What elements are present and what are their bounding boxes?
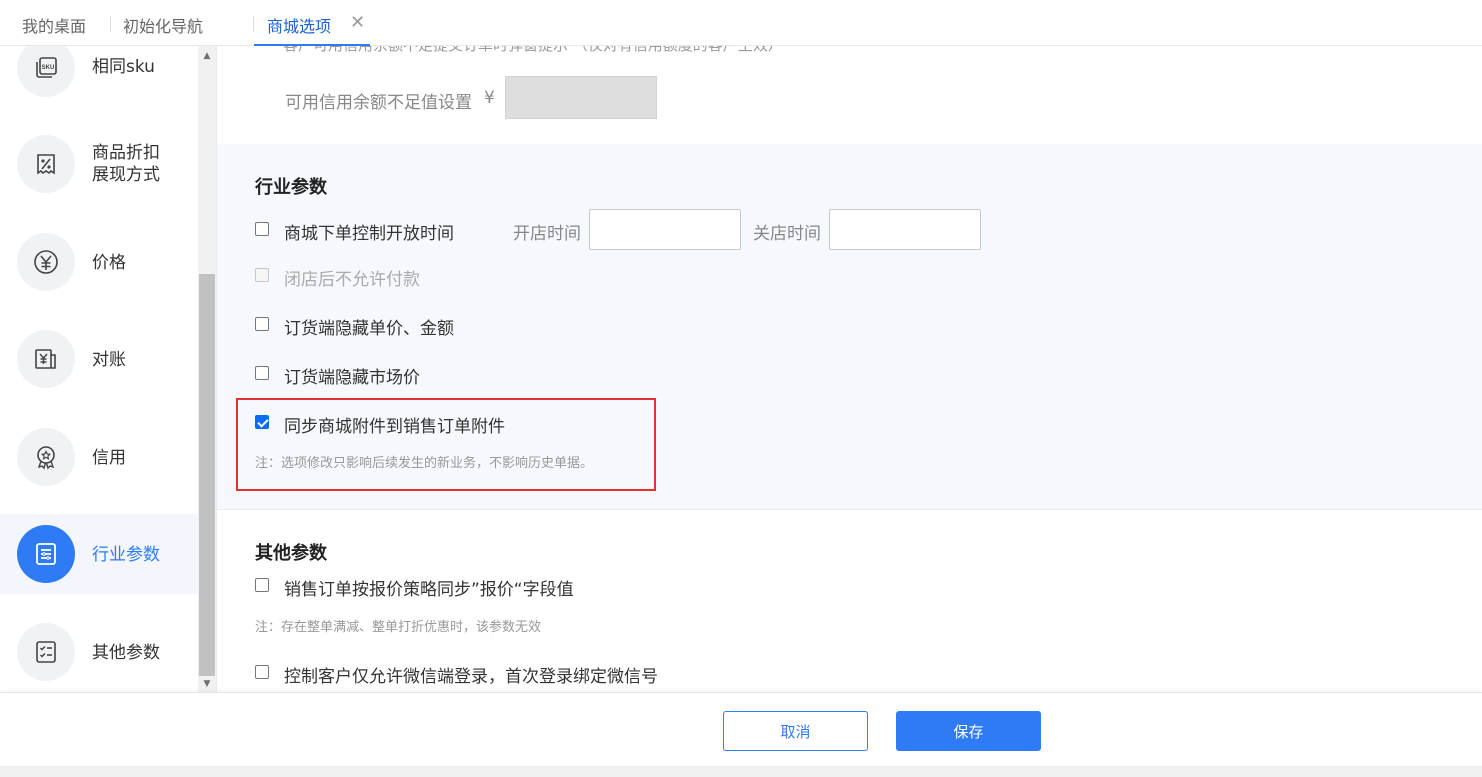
- sync-attachments-label: 同步商城附件到销售订单附件: [284, 417, 505, 437]
- credit-insufficient-label: 可用信用余额不足值设置: [285, 93, 472, 113]
- sidebar-item-same-sku[interactable]: SKU 相同sku: [0, 46, 198, 108]
- sync-quote-note: 注：存在整单满减、整单打折优惠时，该参数无效: [255, 620, 542, 635]
- scroll-down-icon[interactable]: ▼: [198, 676, 216, 692]
- sync-attachments-checkbox[interactable]: [255, 415, 269, 429]
- close-icon[interactable]: ✕: [350, 12, 365, 33]
- svg-text:SKU: SKU: [42, 65, 55, 71]
- sidebar: SKU 相同sku 商品折扣 展现方式 价格 对账 信用 行业参数 其他参数: [0, 46, 198, 692]
- hide-price-amount-checkbox[interactable]: [255, 317, 269, 331]
- sidebar-item-label: 展现方式: [92, 165, 160, 185]
- other-section-title: 其他参数: [255, 543, 327, 564]
- sidebar-item-label: 信用: [92, 448, 126, 468]
- sidebar-item-label: 其他参数: [92, 643, 160, 663]
- hide-price-amount-label: 订货端隐藏单价、金额: [284, 319, 454, 339]
- sync-quote-checkbox[interactable]: [255, 578, 269, 592]
- sidebar-item-label: 行业参数: [92, 545, 160, 565]
- open-time-input[interactable]: [589, 209, 741, 250]
- sidebar-item-label: 价格: [92, 253, 126, 273]
- badge-icon: [17, 428, 75, 486]
- sync-quote-label: 销售订单按报价策略同步”报价“字段值: [284, 580, 574, 600]
- open-time-control-label: 商城下单控制开放时间: [284, 224, 454, 244]
- sync-attachments-note: 注：选项修改只影响后续发生的新业务，不影响历史单据。: [255, 456, 594, 471]
- sidebar-item-other-params[interactable]: 其他参数: [0, 612, 198, 692]
- currency-symbol: ¥: [484, 88, 495, 108]
- tab-init-nav[interactable]: 初始化导航: [123, 13, 203, 37]
- tab-separator: [253, 16, 254, 32]
- footer-bar: 取消 保存: [0, 692, 1482, 777]
- yen-icon: [17, 233, 75, 291]
- hide-market-price-checkbox[interactable]: [255, 366, 269, 380]
- bottom-strip: [0, 766, 1482, 777]
- save-button[interactable]: 保存: [896, 711, 1041, 751]
- no-pay-after-close-checkbox[interactable]: [255, 268, 269, 282]
- sidebar-item-label: 对账: [92, 350, 126, 370]
- checklist-icon: [17, 623, 75, 681]
- sidebar-item-reconcile[interactable]: 对账: [0, 319, 198, 399]
- sidebar-item-label: 商品折扣: [92, 143, 160, 163]
- wechat-login-label: 控制客户仅允许微信端登录，首次登录绑定微信号: [284, 667, 658, 687]
- close-time-input[interactable]: [829, 209, 981, 250]
- sidebar-item-price[interactable]: 价格: [0, 222, 198, 302]
- sku-icon: SKU: [17, 46, 75, 97]
- list-icon: [17, 525, 75, 583]
- discount-icon: [17, 135, 75, 193]
- sidebar-item-discount-display[interactable]: 商品折扣 展现方式: [0, 124, 198, 204]
- tab-mall-options[interactable]: 商城选项: [267, 13, 331, 37]
- main-content: 客户可用信用余额不足提交订单时弹窗提示 （仅对有信用额度的客户生效） 可用信用余…: [217, 46, 1482, 692]
- sidebar-item-label: 相同sku: [92, 57, 155, 77]
- hide-market-price-label: 订货端隐藏市场价: [284, 368, 420, 388]
- scroll-thumb[interactable]: [199, 274, 215, 676]
- tab-my-desktop[interactable]: 我的桌面: [22, 13, 86, 37]
- close-time-label: 关店时间: [753, 224, 821, 244]
- open-time-control-checkbox[interactable]: [255, 222, 269, 236]
- scroll-up-icon[interactable]: ▲: [198, 48, 216, 64]
- sidebar-item-credit[interactable]: 信用: [0, 417, 198, 497]
- sidebar-scrollbar[interactable]: ▲ ▼: [198, 46, 216, 692]
- tab-separator: [110, 16, 111, 32]
- wechat-login-checkbox[interactable]: [255, 665, 269, 679]
- credit-insufficient-input[interactable]: [505, 76, 657, 119]
- reconcile-icon: [17, 330, 75, 388]
- industry-section-title: 行业参数: [255, 177, 327, 198]
- tab-bar: 我的桌面 初始化导航 商城选项 ✕: [0, 0, 1482, 46]
- no-pay-after-close-label: 闭店后不允许付款: [284, 270, 420, 290]
- credit-popup-hint: 客户可用信用余额不足提交订单时弹窗提示 （仅对有信用额度的客户生效）: [283, 46, 783, 55]
- cancel-button[interactable]: 取消: [723, 711, 868, 751]
- open-time-label: 开店时间: [513, 224, 581, 244]
- sidebar-item-industry-params[interactable]: 行业参数: [0, 514, 198, 594]
